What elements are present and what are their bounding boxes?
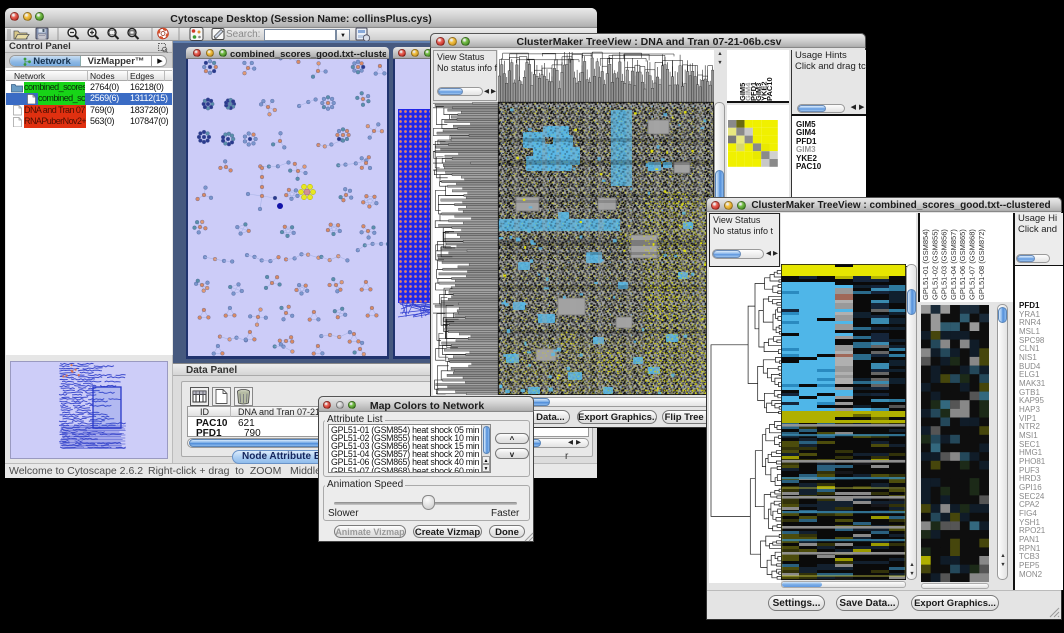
svg-text:GPL51-03 (GSM856): GPL51-03 (GSM856)	[940, 229, 949, 300]
svg-text:GPL51-01 (GSM854): GPL51-01 (GSM854)	[921, 229, 930, 300]
svg-text:GPL51-02 (GSM855): GPL51-02 (GSM855)	[930, 229, 939, 300]
svg-text:PAC10: PAC10	[765, 77, 774, 101]
svg-text:GPL51-07 (GSM868): GPL51-07 (GSM868)	[968, 229, 977, 300]
svg-text:GPL51-08 (GSM872): GPL51-08 (GSM872)	[977, 229, 986, 300]
svg-text:GPL51-04 (GSM857): GPL51-04 (GSM857)	[949, 229, 958, 300]
svg-text:GPL51-06 (GSM865): GPL51-06 (GSM865)	[958, 229, 967, 300]
